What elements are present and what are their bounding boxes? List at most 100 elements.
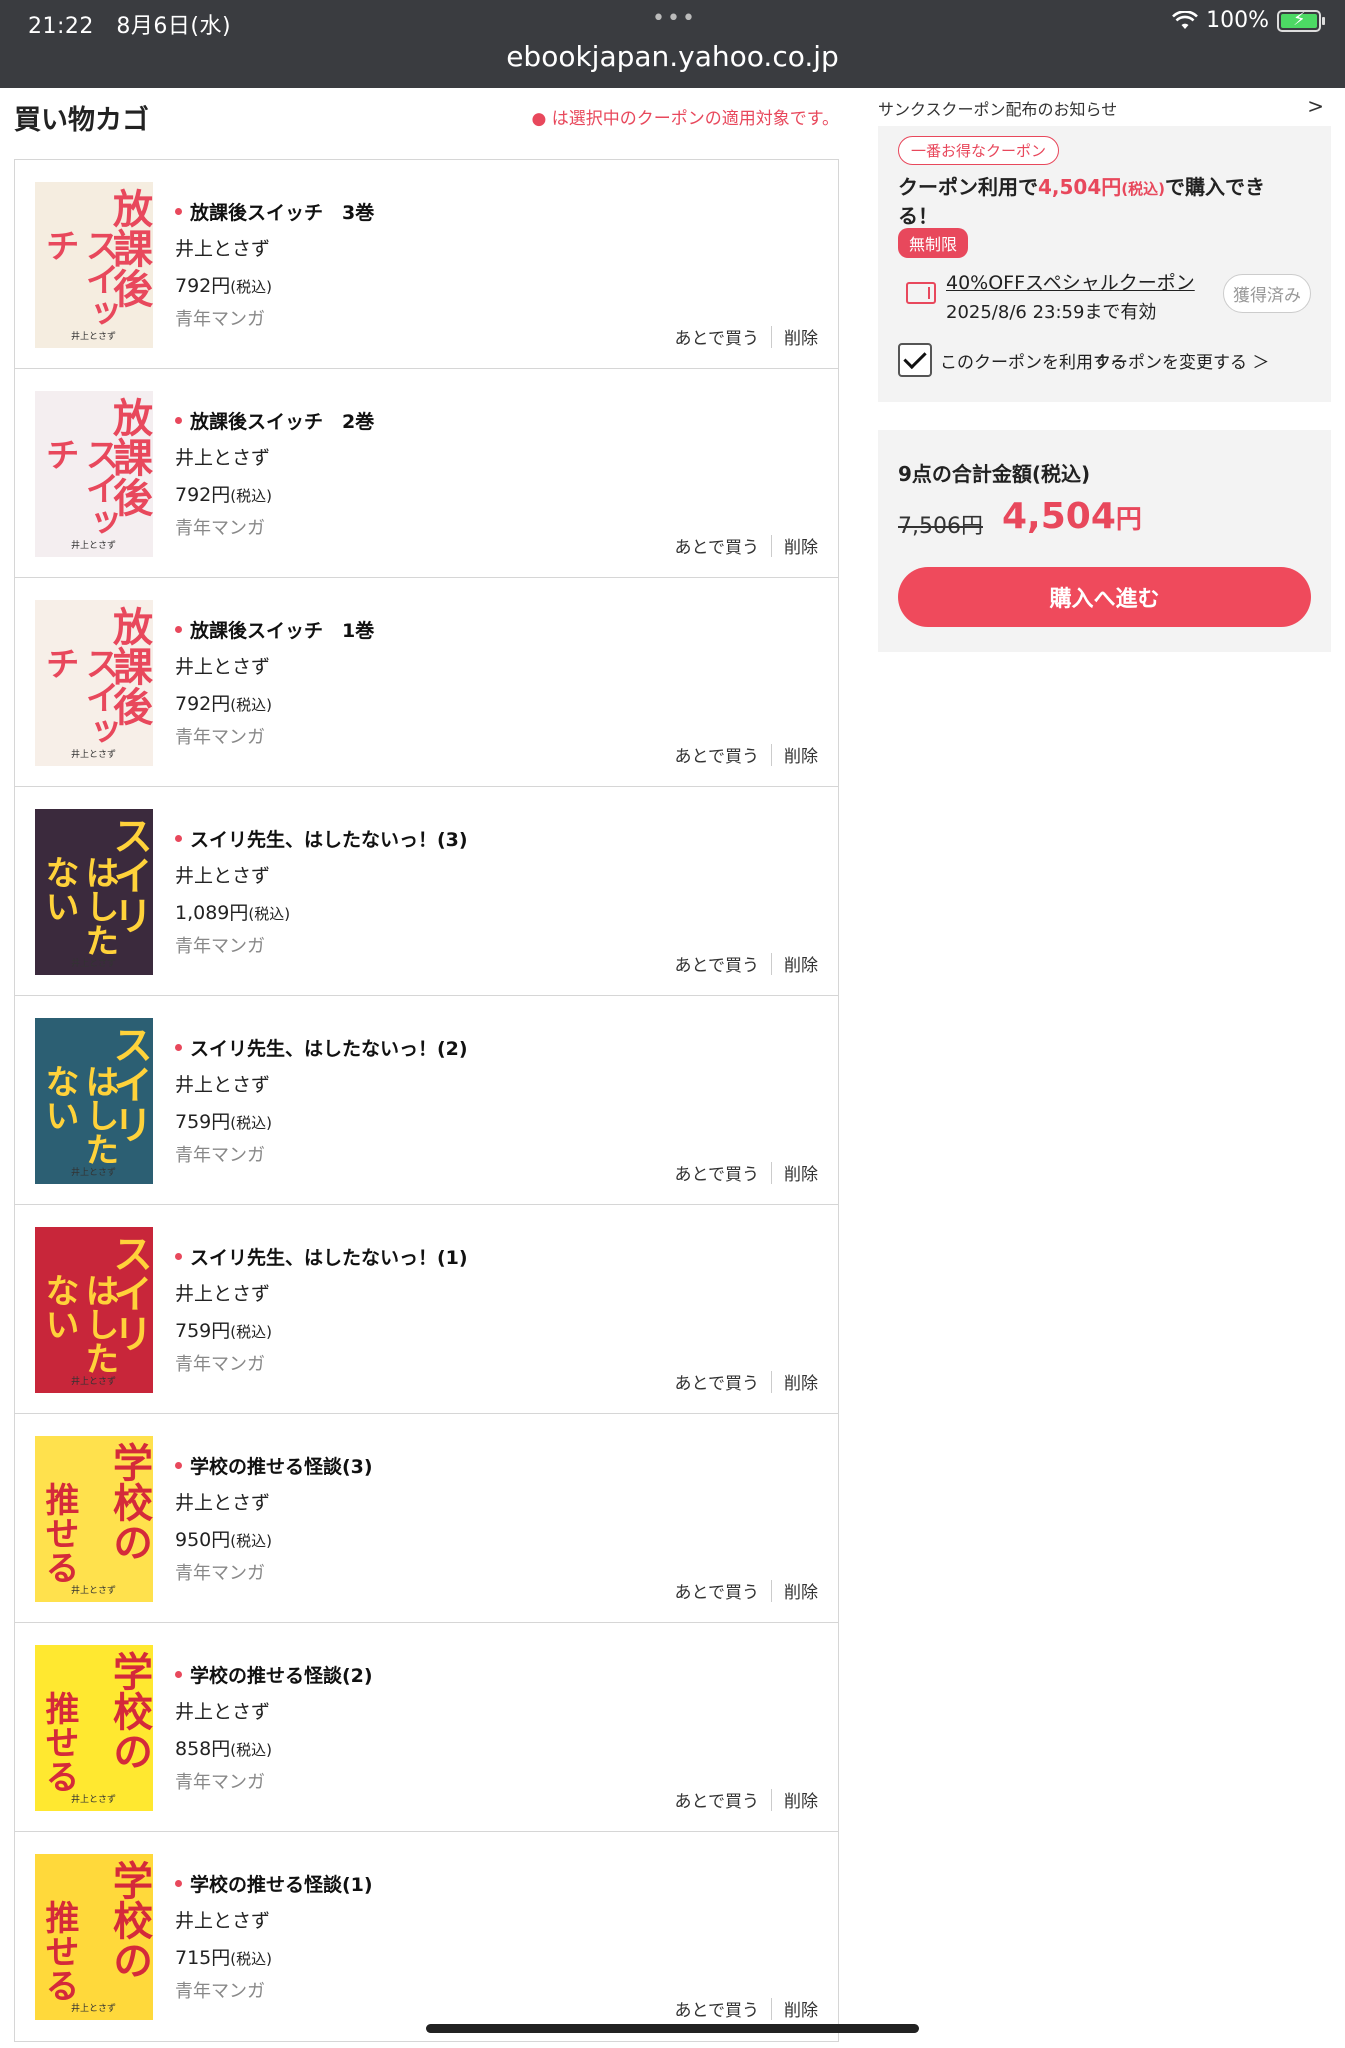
cover-title-1: 学校の bbox=[106, 1651, 152, 1771]
item-author-link[interactable]: 井上とさず bbox=[175, 1697, 270, 1724]
book-cover-image[interactable]: 学校の 推せる 井上とさず bbox=[35, 1436, 153, 1602]
item-actions: あとで買う 削除 bbox=[675, 1160, 818, 1185]
book-cover-image[interactable]: 学校の 推せる 井上とさず bbox=[35, 1645, 153, 1811]
coupon-target-dot bbox=[175, 208, 182, 215]
acquired-badge: 獲得済み bbox=[1223, 274, 1311, 313]
delete-button[interactable]: 削除 bbox=[784, 1996, 818, 2021]
item-genre: 青年マンガ bbox=[175, 1563, 265, 1584]
action-divider bbox=[771, 1370, 772, 1393]
cover-title-1: 学校の bbox=[106, 1442, 152, 1562]
unlimited-badge: 無制限 bbox=[898, 228, 969, 258]
item-title-link[interactable]: 学校の推せる怪談(3) bbox=[190, 1452, 373, 1479]
item-title-link[interactable]: 学校の推せる怪談(2) bbox=[190, 1661, 373, 1688]
delete-button[interactable]: 削除 bbox=[784, 324, 818, 349]
item-author-link[interactable]: 井上とさず bbox=[175, 1906, 270, 1933]
delete-button[interactable]: 削除 bbox=[784, 951, 818, 976]
coupon-target-dot bbox=[175, 626, 182, 633]
item-price-value: 792円 bbox=[175, 693, 231, 715]
item-author-link[interactable]: 井上とさず bbox=[175, 1279, 270, 1306]
item-actions: あとで買う 削除 bbox=[675, 324, 818, 349]
item-author-link[interactable]: 井上とさず bbox=[175, 652, 270, 679]
delete-button[interactable]: 削除 bbox=[784, 742, 818, 767]
book-cover-image[interactable]: スイリ はしたない 井上とさず bbox=[35, 1227, 153, 1393]
item-title-link[interactable]: スイリ先生、はしたないっ！(2) bbox=[190, 1034, 468, 1061]
cart-item: 学校の 推せる 井上とさず 学校の推せる怪談(2) 井上とさず 858円(税込)… bbox=[15, 1623, 838, 1832]
item-genre: 青年マンガ bbox=[175, 936, 265, 957]
buy-later-button[interactable]: あとで買う bbox=[675, 1996, 760, 2021]
delete-button[interactable]: 削除 bbox=[784, 1578, 818, 1603]
battery-icon: ⚡ bbox=[1277, 9, 1325, 32]
home-indicator[interactable] bbox=[426, 2024, 919, 2033]
chevron-right-icon: > bbox=[1307, 94, 1324, 118]
delete-button[interactable]: 削除 bbox=[784, 1160, 818, 1185]
item-actions: あとで買う 削除 bbox=[675, 742, 818, 767]
item-price-value: 858円 bbox=[175, 1738, 231, 1760]
buy-later-button[interactable]: あとで買う bbox=[675, 742, 760, 767]
item-genre: 青年マンガ bbox=[175, 1981, 265, 2002]
buy-later-button[interactable]: あとで買う bbox=[675, 324, 760, 349]
item-author-link[interactable]: 井上とさず bbox=[175, 1488, 270, 1515]
thanks-coupon-notice[interactable]: サンクスクーポン配布のお知らせ > bbox=[878, 94, 1330, 124]
book-cover-image[interactable]: スイリ はしたない 井上とさず bbox=[35, 1018, 153, 1184]
item-price-tax: (税込) bbox=[230, 278, 272, 296]
action-divider bbox=[771, 1997, 772, 2020]
cart-item: スイリ はしたない 井上とさず スイリ先生、はしたないっ！(2) 井上とさず 7… bbox=[15, 996, 838, 1205]
item-title-link[interactable]: 学校の推せる怪談(1) bbox=[190, 1870, 373, 1897]
item-price-value: 759円 bbox=[175, 1111, 231, 1133]
status-time: 21:22 8月6日(水) bbox=[28, 8, 231, 40]
buy-later-button[interactable]: あとで買う bbox=[675, 1369, 760, 1394]
coupon-panel: 一番お得なクーポン クーポン利用で4,504円(税込)で購入できる！ 無制限 4… bbox=[878, 126, 1331, 402]
item-price: 792円(税込) bbox=[175, 689, 272, 716]
page-title: 買い物カゴ bbox=[14, 105, 149, 136]
item-title-link[interactable]: 放課後スイッチ 1巻 bbox=[190, 616, 374, 643]
delete-button[interactable]: 削除 bbox=[784, 1369, 818, 1394]
cover-author: 井上とさず bbox=[71, 541, 117, 551]
buy-later-button[interactable]: あとで買う bbox=[675, 1160, 760, 1185]
change-coupon-link[interactable]: クーポンを変更する ＞ bbox=[1094, 348, 1269, 373]
proceed-to-purchase-button[interactable]: 購入へ進む bbox=[898, 567, 1311, 627]
item-price: 759円(税込) bbox=[175, 1316, 272, 1343]
item-actions: あとで買う 削除 bbox=[675, 533, 818, 558]
book-cover-image[interactable]: 放課後 スイッチ 井上とさず bbox=[35, 600, 153, 766]
book-cover-image[interactable]: 放課後 スイッチ 井上とさず bbox=[35, 391, 153, 557]
delete-button[interactable]: 削除 bbox=[784, 533, 818, 558]
date-text: 8月6日(水) bbox=[116, 14, 232, 39]
item-genre: 青年マンガ bbox=[175, 309, 265, 330]
original-price: 7,506円 bbox=[898, 514, 983, 539]
cart-item: 放課後 スイッチ 井上とさず 放課後スイッチ 3巻 井上とさず 792円(税込)… bbox=[15, 160, 838, 369]
coupon-target-dot bbox=[175, 1044, 182, 1051]
notice-text: サンクスクーポン配布のお知らせ bbox=[878, 100, 1118, 119]
cover-author: 井上とさず bbox=[71, 1795, 117, 1805]
cover-author: 井上とさず bbox=[71, 1377, 117, 1387]
item-price-value: 715円 bbox=[175, 1947, 231, 1969]
book-cover-image[interactable]: 学校の 推せる 井上とさず bbox=[35, 1854, 153, 2020]
time-text: 21:22 bbox=[28, 14, 94, 39]
buy-later-button[interactable]: あとで買う bbox=[675, 951, 760, 976]
item-title-link[interactable]: 放課後スイッチ 3巻 bbox=[190, 198, 374, 225]
cart-item: 放課後 スイッチ 井上とさず 放課後スイッチ 1巻 井上とさず 792円(税込)… bbox=[15, 578, 838, 787]
buy-later-button[interactable]: あとで買う bbox=[675, 1578, 760, 1603]
item-genre: 青年マンガ bbox=[175, 727, 265, 748]
book-cover-image[interactable]: 放課後 スイッチ 井上とさず bbox=[35, 182, 153, 348]
item-author-link[interactable]: 井上とさず bbox=[175, 234, 270, 261]
buy-later-button[interactable]: あとで買う bbox=[675, 1787, 760, 1812]
item-author-link[interactable]: 井上とさず bbox=[175, 1070, 270, 1097]
use-coupon-checkbox[interactable] bbox=[898, 343, 932, 377]
cover-author: 井上とさず bbox=[71, 750, 117, 760]
item-author-link[interactable]: 井上とさず bbox=[175, 443, 270, 470]
cover-author: 井上とさず bbox=[71, 1586, 117, 1596]
item-price-tax: (税込) bbox=[248, 905, 291, 923]
buy-later-button[interactable]: あとで買う bbox=[675, 533, 760, 558]
more-dots-icon[interactable]: ••• bbox=[652, 6, 697, 31]
cover-author: 井上とさず bbox=[71, 2004, 117, 2014]
book-cover-image[interactable]: スイリ はしたない 井上とさず bbox=[35, 809, 153, 975]
item-price-value: 759円 bbox=[175, 1320, 231, 1342]
coupon-target-dot bbox=[175, 1253, 182, 1260]
item-author-link[interactable]: 井上とさず bbox=[175, 861, 270, 888]
delete-button[interactable]: 削除 bbox=[784, 1787, 818, 1812]
item-title-link[interactable]: スイリ先生、はしたないっ！(1) bbox=[190, 1243, 468, 1270]
address-bar-url[interactable]: ebookjapan.yahoo.co.jp bbox=[0, 40, 1345, 73]
item-title-link[interactable]: スイリ先生、はしたないっ！(3) bbox=[190, 825, 468, 852]
item-title-link[interactable]: 放課後スイッチ 2巻 bbox=[190, 407, 374, 434]
coupon-name-link[interactable]: 40%OFFスペシャルクーポン bbox=[946, 268, 1195, 295]
